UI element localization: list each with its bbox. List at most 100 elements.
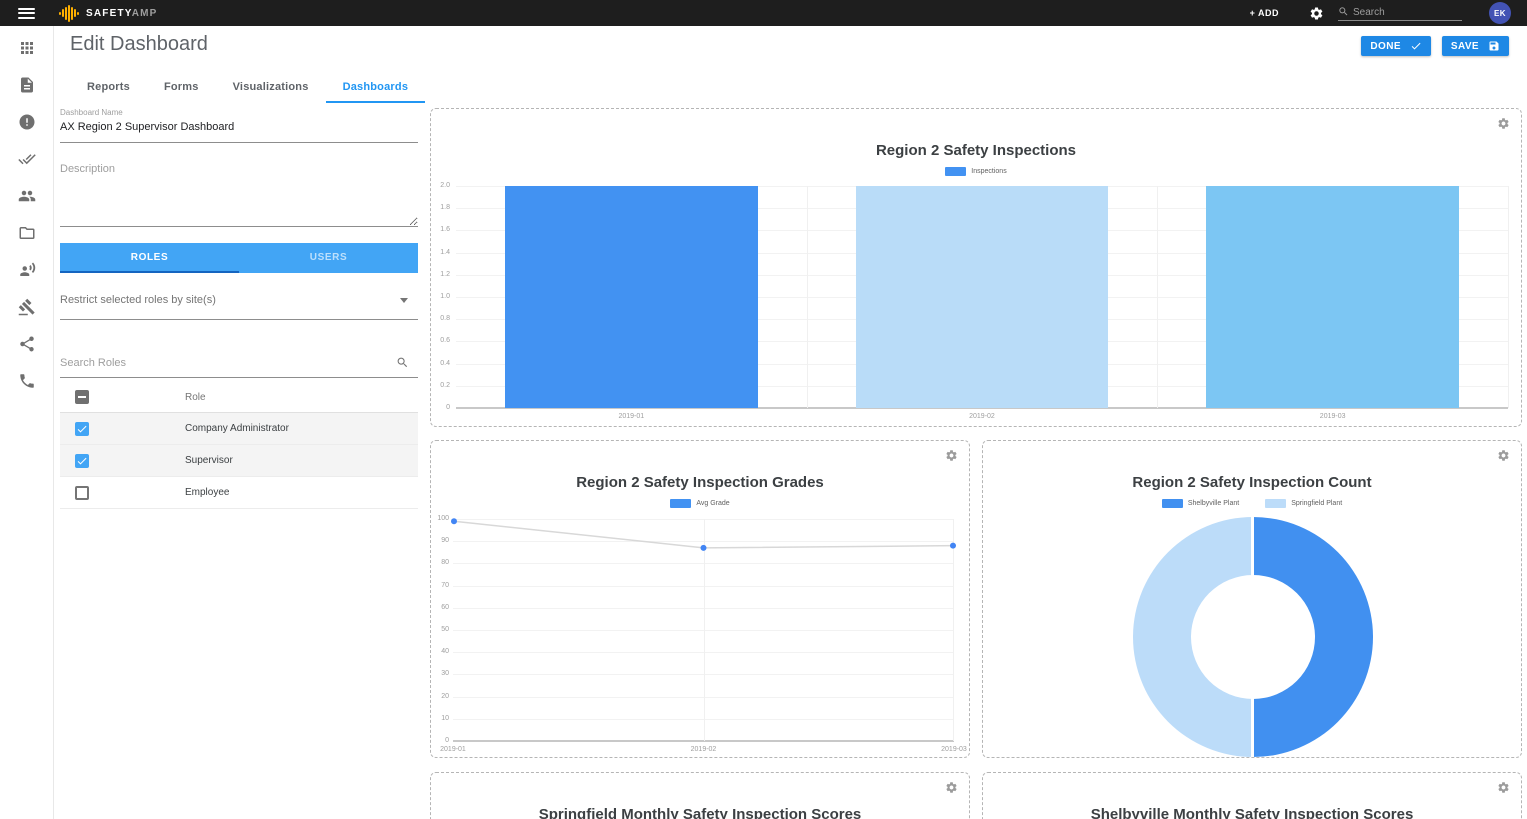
donut-chart[interactable] bbox=[1133, 517, 1373, 757]
gridline bbox=[807, 186, 808, 408]
x-axis-tick: 2019-02 bbox=[674, 746, 734, 753]
search-icon bbox=[1338, 6, 1349, 17]
role-label: Supervisor bbox=[185, 455, 233, 466]
legend-item[interactable]: Springfield Plant bbox=[1265, 499, 1342, 508]
panel-region2-grades: Region 2 Safety Inspection Grades Avg Gr… bbox=[430, 440, 970, 758]
panel-region2-inspections: Region 2 Safety Inspections Inspections … bbox=[430, 108, 1522, 427]
record-voice-icon[interactable] bbox=[18, 261, 36, 279]
save-button-label: SAVE bbox=[1451, 41, 1479, 52]
gridline bbox=[1508, 186, 1509, 408]
x-axis-tick: 2019-03 bbox=[924, 746, 984, 753]
apps-icon[interactable] bbox=[18, 39, 36, 57]
topbar: SAFETYAMP + ADD EK bbox=[0, 0, 1527, 26]
data-point-2019-02[interactable] bbox=[701, 545, 707, 551]
checkbox-checked[interactable] bbox=[75, 422, 89, 436]
dashboard-form: Dashboard Name ROLES USERS Restrict sele… bbox=[60, 108, 418, 509]
widget-gear-icon[interactable] bbox=[945, 449, 958, 462]
legend-item[interactable]: Shelbyville Plant bbox=[1162, 499, 1239, 508]
search-input[interactable] bbox=[1353, 7, 1462, 18]
done-all-icon[interactable] bbox=[18, 150, 36, 168]
save-icon bbox=[1488, 40, 1500, 52]
bar-2019-03[interactable] bbox=[1206, 186, 1458, 408]
y-axis-tick: 0 bbox=[430, 404, 450, 411]
document-icon[interactable] bbox=[18, 76, 36, 94]
brand-logo[interactable]: SAFETYAMP bbox=[59, 4, 158, 22]
legend-swatch bbox=[1162, 499, 1183, 508]
role-label: Employee bbox=[185, 487, 229, 498]
widget-gear-icon[interactable] bbox=[1497, 781, 1510, 794]
tab-forms[interactable]: Forms bbox=[147, 72, 216, 103]
legend-item[interactable]: Avg Grade bbox=[670, 499, 729, 508]
legend-label: Shelbyville Plant bbox=[1188, 500, 1239, 507]
role-row[interactable]: Supervisor bbox=[60, 445, 418, 477]
tab-visualizations[interactable]: Visualizations bbox=[216, 72, 326, 103]
panel-shelbyville-scores: Shelbyville Monthly Safety Inspection Sc… bbox=[982, 772, 1522, 819]
legend-swatch bbox=[1265, 499, 1286, 508]
search-roles-input[interactable] bbox=[60, 357, 396, 369]
left-icon-rail bbox=[0, 26, 54, 819]
save-button[interactable]: SAVE bbox=[1442, 36, 1509, 56]
role-row[interactable]: Employee bbox=[60, 477, 418, 509]
avatar[interactable]: EK bbox=[1489, 2, 1511, 24]
widget-gear-icon[interactable] bbox=[945, 781, 958, 794]
bar-2019-02[interactable] bbox=[856, 186, 1108, 408]
bar-2019-01[interactable] bbox=[505, 186, 757, 408]
y-axis-tick: 20 bbox=[429, 693, 449, 700]
y-axis-tick: 80 bbox=[429, 559, 449, 566]
folder-icon[interactable] bbox=[18, 224, 36, 242]
y-axis-tick: 1.0 bbox=[430, 293, 450, 300]
y-axis-tick: 10 bbox=[429, 715, 449, 722]
data-point-2019-01[interactable] bbox=[451, 518, 457, 524]
tab-reports[interactable]: Reports bbox=[70, 72, 147, 103]
chart-title: Region 2 Safety Inspections bbox=[431, 142, 1521, 159]
select-all-checkbox[interactable] bbox=[75, 390, 89, 404]
menu-icon[interactable] bbox=[18, 8, 35, 19]
phone-icon[interactable] bbox=[18, 372, 36, 390]
description-input[interactable] bbox=[60, 161, 418, 227]
share-icon[interactable] bbox=[18, 335, 36, 353]
y-axis-tick: 0.8 bbox=[430, 315, 450, 322]
role-label: Company Administrator bbox=[185, 423, 289, 434]
tab-users[interactable]: USERS bbox=[239, 243, 418, 273]
tab-roles[interactable]: ROLES bbox=[60, 243, 239, 273]
checkbox-unchecked[interactable] bbox=[75, 486, 89, 500]
restrict-sites-select[interactable]: Restrict selected roles by site(s) bbox=[60, 294, 418, 320]
y-axis-tick: 30 bbox=[429, 670, 449, 677]
tab-dashboards[interactable]: Dashboards bbox=[326, 72, 426, 103]
dashboard-name-input[interactable] bbox=[60, 117, 418, 143]
y-axis-tick: 100 bbox=[429, 515, 449, 522]
legend-item[interactable]: Inspections bbox=[945, 167, 1006, 176]
checkbox-checked[interactable] bbox=[75, 454, 89, 468]
check-icon bbox=[1410, 40, 1422, 52]
add-button[interactable]: + ADD bbox=[1250, 8, 1279, 18]
roles-table-body: Company Administrator Supervisor Employee bbox=[60, 413, 418, 509]
role-column-header: Role bbox=[185, 392, 206, 403]
widget-gear-icon[interactable] bbox=[1497, 117, 1510, 130]
brand-name: SAFETYAMP bbox=[86, 8, 158, 19]
chevron-down-icon bbox=[400, 298, 408, 303]
role-row[interactable]: Company Administrator bbox=[60, 413, 418, 445]
done-button[interactable]: DONE bbox=[1361, 36, 1431, 56]
gavel-icon[interactable] bbox=[18, 298, 36, 316]
settings-gear-icon[interactable] bbox=[1309, 6, 1324, 21]
dashboard-name-label: Dashboard Name bbox=[60, 108, 418, 117]
restrict-sites-placeholder: Restrict selected roles by site(s) bbox=[60, 294, 216, 306]
legend-label: Springfield Plant bbox=[1291, 500, 1342, 507]
x-axis-tick: 2019-02 bbox=[807, 413, 1158, 420]
chart-legend: Inspections bbox=[431, 167, 1521, 176]
alert-circle-icon[interactable] bbox=[18, 113, 36, 131]
done-button-label: DONE bbox=[1370, 41, 1401, 52]
x-axis-tick: 2019-01 bbox=[456, 413, 807, 420]
x-axis-tick: 2019-03 bbox=[1157, 413, 1508, 420]
y-axis-tick: 0.2 bbox=[430, 382, 450, 389]
people-icon[interactable] bbox=[18, 187, 36, 205]
widget-gear-icon[interactable] bbox=[1497, 449, 1510, 462]
roles-table-header: Role bbox=[60, 382, 418, 413]
panel-region2-count: Region 2 Safety Inspection Count Shelbyv… bbox=[982, 440, 1522, 758]
y-axis-tick: 1.6 bbox=[430, 226, 450, 233]
legend-label: Avg Grade bbox=[696, 500, 729, 507]
search-roles-box bbox=[60, 356, 418, 378]
y-axis-tick: 1.2 bbox=[430, 271, 450, 278]
search-icon bbox=[396, 356, 409, 369]
data-point-2019-03[interactable] bbox=[950, 543, 956, 549]
